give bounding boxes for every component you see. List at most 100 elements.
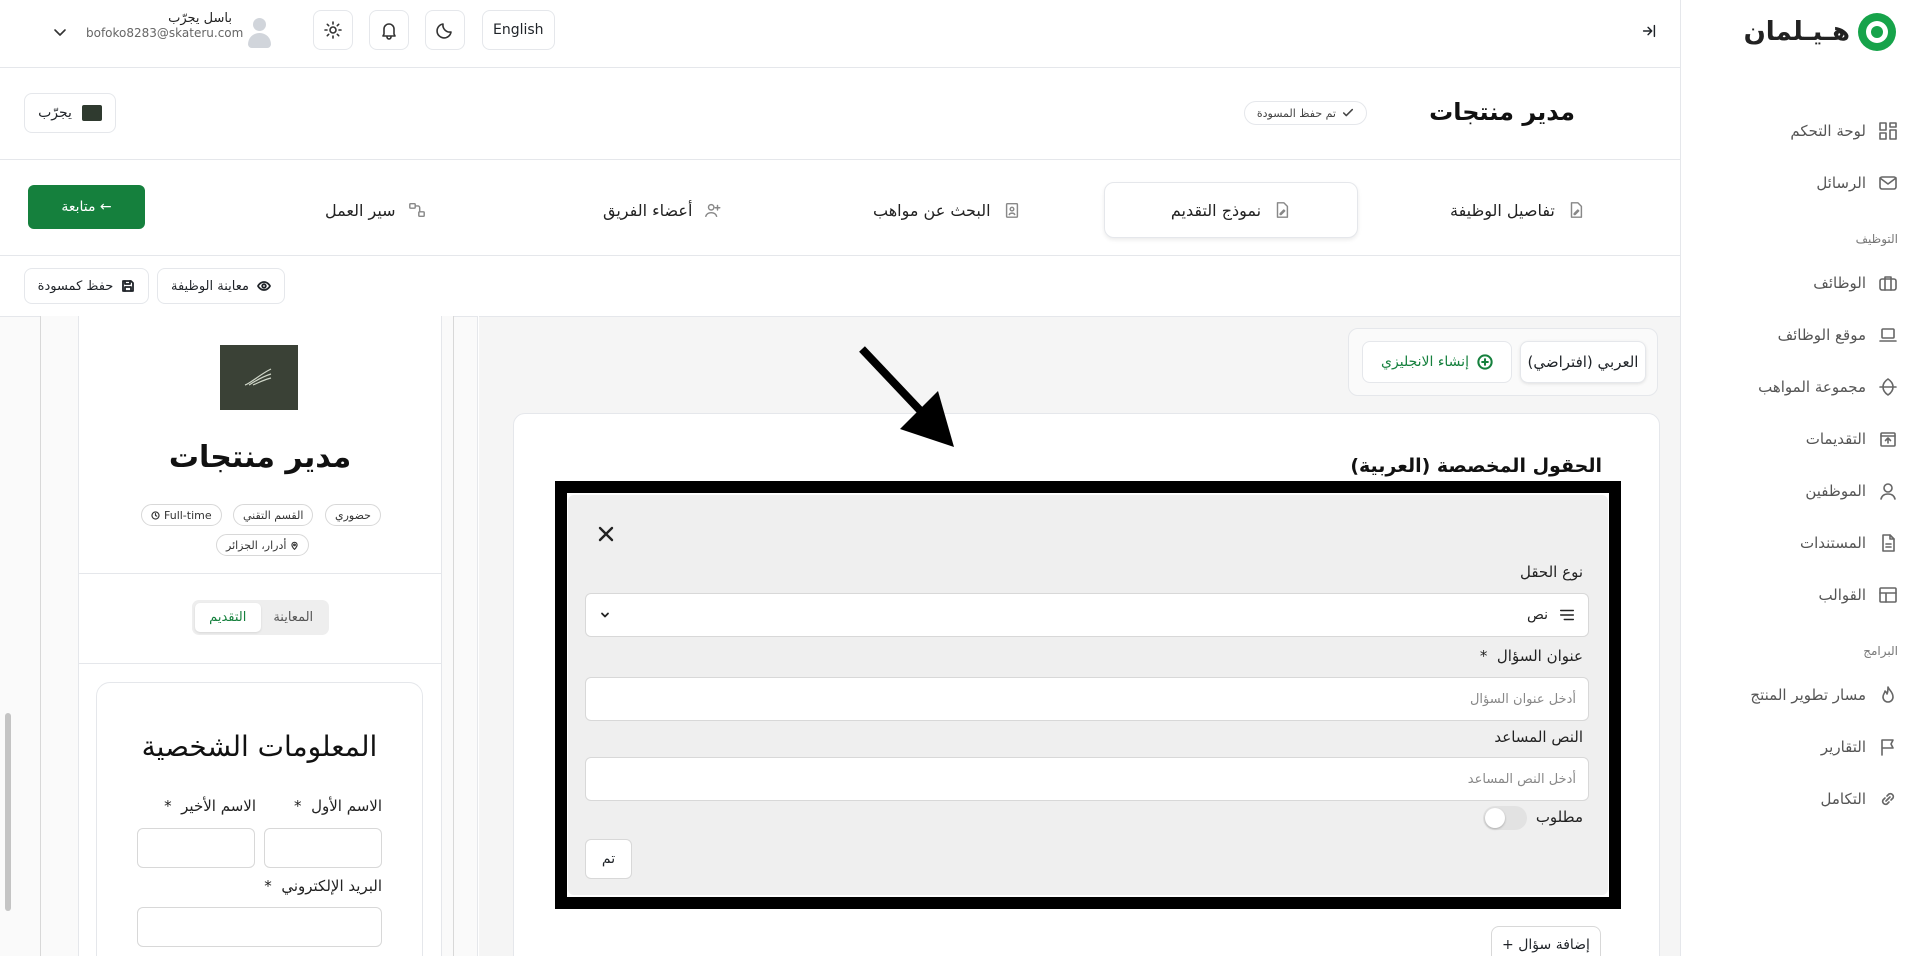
user-icon xyxy=(1880,483,1896,500)
add-question-button[interactable]: + إضافة سؤال xyxy=(1491,926,1601,956)
sidebar-item-messages[interactable]: الرسائل xyxy=(1680,163,1920,203)
theme-toggle-button[interactable] xyxy=(425,10,465,50)
sidebar-item-integrations[interactable]: التكامل xyxy=(1680,779,1920,819)
helper-text-input[interactable]: أدخل النص المساعد xyxy=(585,757,1589,801)
field-type-select[interactable]: نص xyxy=(585,593,1589,637)
eye-icon xyxy=(257,281,271,291)
step-label: تفاصيل الوظيفة xyxy=(1450,200,1555,220)
first-name-field[interactable] xyxy=(264,828,382,868)
link-icon xyxy=(1881,792,1895,806)
chip-location: أدرار، الجزائر xyxy=(216,534,310,556)
notifications-button[interactable] xyxy=(369,10,409,50)
bell-icon xyxy=(382,23,396,40)
tab-arabic-default[interactable]: العربي (افتراضي) xyxy=(1520,341,1646,383)
file-icon xyxy=(1882,534,1895,552)
tab-preview[interactable]: المعاينة xyxy=(261,603,327,632)
sidebar-item-employees[interactable]: الموظفين xyxy=(1680,471,1920,511)
sidebar-item-label: مجموعة المواهب xyxy=(1758,378,1866,396)
brand-mark-icon xyxy=(1858,13,1896,51)
id-card-icon xyxy=(1005,202,1018,218)
preview-tabs: المعاينة التقديم xyxy=(192,600,329,635)
flag-icon xyxy=(1881,739,1894,756)
edit-document-icon xyxy=(1276,202,1289,218)
sidebar-item-career-site[interactable]: موقع الوظائف xyxy=(1680,315,1920,355)
helper-text-label: النص المساعد xyxy=(1494,728,1583,746)
step-application-form[interactable]: نموذج التقديم xyxy=(1104,182,1358,238)
step-job-details[interactable]: تفاصيل الوظيفة xyxy=(1450,182,1585,238)
settings-button[interactable] xyxy=(313,10,353,50)
question-title-input[interactable]: أدخل عنوان السؤال xyxy=(585,677,1589,721)
form-section-heading: المعلومات الشخصية xyxy=(141,730,378,763)
sidebar-item-label: موقع الوظائف xyxy=(1777,326,1866,344)
field-type-label: نوع الحقل xyxy=(1519,563,1583,581)
gear-icon xyxy=(324,21,342,39)
last-name-field[interactable] xyxy=(137,828,255,868)
avatar[interactable] xyxy=(244,16,274,50)
sidebar-item-talent-pool[interactable]: مجموعة المواهب xyxy=(1680,367,1920,407)
email-label: البريد الإلكتروني * xyxy=(264,877,382,895)
first-name-label: الاسم الأول * xyxy=(294,797,382,815)
chip-workplace: حضوري xyxy=(325,504,381,526)
sidebar-item-label: مسار تطوير المنتج xyxy=(1750,686,1866,704)
email-field[interactable] xyxy=(137,907,382,947)
check-icon xyxy=(1342,108,1354,117)
collapse-sidebar-icon[interactable] xyxy=(1640,22,1658,40)
preview-job-button[interactable]: معاينة الوظيفة xyxy=(157,268,285,304)
sidebar-item-label: القوالب xyxy=(1818,586,1866,604)
required-toggle[interactable] xyxy=(1483,806,1527,830)
sidebar-item-label: الوظائف xyxy=(1813,274,1866,292)
annotation-arrow-icon xyxy=(859,346,954,447)
sidebar-item-label: التقارير xyxy=(1820,738,1866,756)
company-logo xyxy=(81,105,102,121)
steps-bar xyxy=(0,159,1680,256)
sidebar-section-hiring: التوظيف xyxy=(1855,232,1898,246)
step-workflow[interactable]: سير العمل xyxy=(325,182,426,238)
continue-button[interactable]: متابعة ← xyxy=(28,185,145,229)
step-label: أعضاء الفريق xyxy=(603,200,693,220)
custom-fields-title: الحقول المخصصة (العربية) xyxy=(1350,455,1602,477)
sidebar-item-label: الرسائل xyxy=(1816,174,1866,192)
sidebar-item-product-roadmap[interactable]: مسار تطوير المنتج xyxy=(1680,675,1920,715)
moon-icon xyxy=(436,23,452,39)
user-email: bofoko8283@skateru.com xyxy=(86,26,244,40)
language-button[interactable]: English xyxy=(482,10,555,50)
user-menu-chevron-icon[interactable] xyxy=(50,22,70,42)
briefcase-icon xyxy=(1879,276,1897,291)
company-button[interactable]: يجرّب xyxy=(24,93,116,133)
preview-job-label: معاينة الوظيفة xyxy=(171,278,249,294)
brand-logo[interactable]: هـيـلمان xyxy=(1744,12,1896,52)
chip-employment-type: Full-time xyxy=(141,504,222,526)
laptop-icon xyxy=(1879,328,1897,342)
template-icon xyxy=(1879,587,1897,603)
sidebar-item-label: التكامل xyxy=(1820,790,1866,808)
save-draft-button[interactable]: حفظ كمسودة xyxy=(24,268,149,304)
brand-name: هـيـلمان xyxy=(1743,17,1850,47)
create-english-button[interactable]: إنشاء الانجليزي xyxy=(1362,341,1512,383)
sidebar-item-applications[interactable]: التقديمات xyxy=(1680,419,1920,459)
preview-job-title: مدير منتجات xyxy=(168,440,352,475)
step-label: البحث عن مواهب xyxy=(873,200,991,220)
question-title-label: عنوان السؤال * xyxy=(1479,647,1583,665)
inbox-icon xyxy=(1880,432,1896,447)
preview-scrollbar[interactable] xyxy=(5,713,11,911)
sidebar-item-reports[interactable]: التقارير xyxy=(1680,727,1920,767)
sidebar-item-documents[interactable]: المستندات xyxy=(1680,523,1920,563)
divider xyxy=(78,663,442,664)
top-bar: باسل يجرّب bofoko8283@skateru.com Englis… xyxy=(0,0,1680,68)
sidebar-item-templates[interactable]: القوالب xyxy=(1680,575,1920,615)
step-team-members[interactable]: أعضاء الفريق xyxy=(603,182,722,238)
mail-icon xyxy=(1879,176,1897,190)
edit-document-icon xyxy=(1570,202,1582,218)
create-english-label: إنشاء الانجليزي xyxy=(1381,354,1469,370)
user-info[interactable]: باسل يجرّب bofoko8283@skateru.com xyxy=(86,11,244,40)
tab-apply[interactable]: التقديم xyxy=(195,603,261,632)
sidebar-item-jobs[interactable]: الوظائف xyxy=(1680,263,1920,303)
done-button[interactable]: تم xyxy=(585,839,632,879)
divider xyxy=(78,573,442,574)
save-draft-label: حفظ كمسودة xyxy=(37,278,114,294)
close-icon[interactable] xyxy=(594,522,618,546)
page-title: مدير منتجات xyxy=(1429,98,1575,126)
required-label: مطلوب xyxy=(1535,808,1583,826)
sidebar-item-dashboard[interactable]: لوحة التحكم xyxy=(1680,111,1920,151)
step-talent-search[interactable]: البحث عن مواهب xyxy=(873,182,1021,238)
